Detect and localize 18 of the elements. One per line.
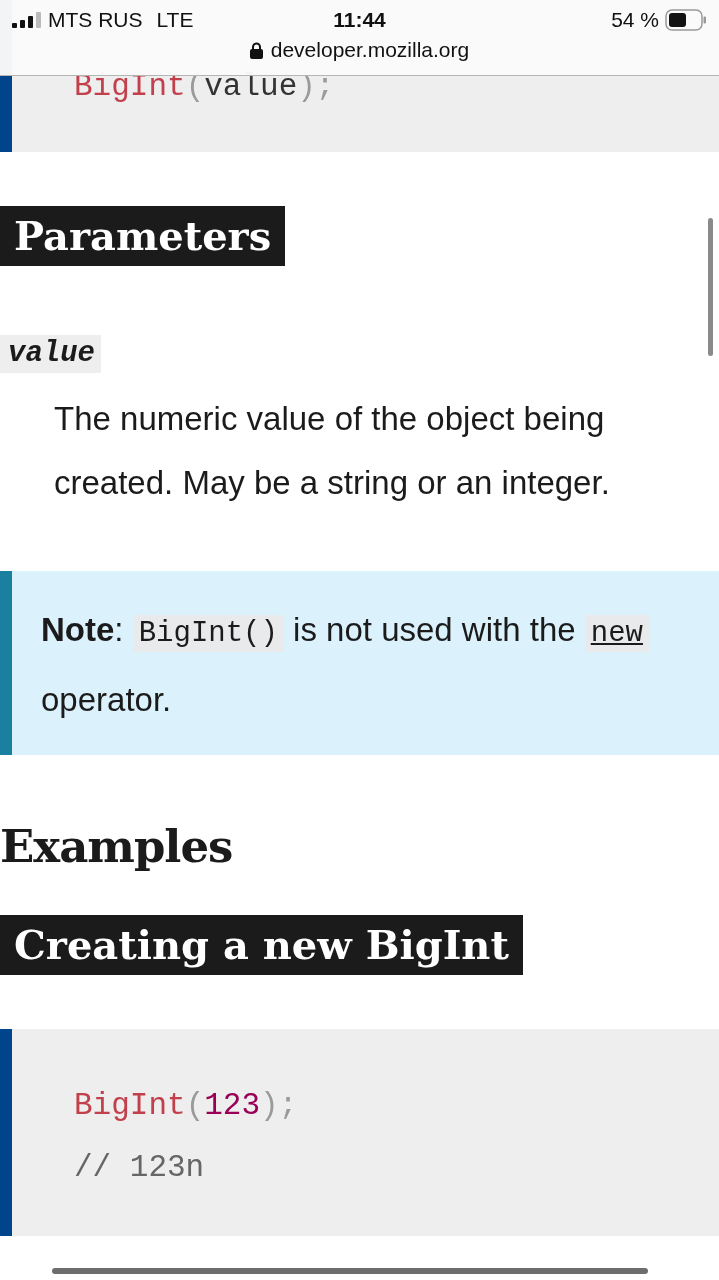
section-heading: Parameters — [0, 206, 286, 266]
code-line: BigInt(123); — [74, 1087, 298, 1125]
page-heading: Examples — [0, 819, 234, 875]
note-text: Note: BigInt() is not used with the new operator. — [41, 597, 649, 733]
network-type: LTE — [156, 8, 194, 32]
parameter-name: value — [0, 335, 101, 373]
address-url[interactable]: developer.mozilla.org — [270, 38, 470, 62]
signal-icon — [12, 12, 42, 28]
section-heading: Creating a new BigInt — [0, 915, 523, 975]
home-indicator[interactable] — [52, 1268, 648, 1274]
carrier-name: MTS RUS — [48, 8, 143, 32]
battery-percent: 54 % — [611, 8, 659, 32]
clock-time: 11:44 — [333, 8, 386, 32]
scrollbar[interactable] — [708, 218, 713, 356]
battery-icon — [665, 9, 707, 31]
code-line: // 123n — [74, 1149, 205, 1187]
parameter-description: The numeric value of the object being created. May be a string or an integer. — [54, 399, 611, 503]
lock-icon — [249, 41, 263, 59]
